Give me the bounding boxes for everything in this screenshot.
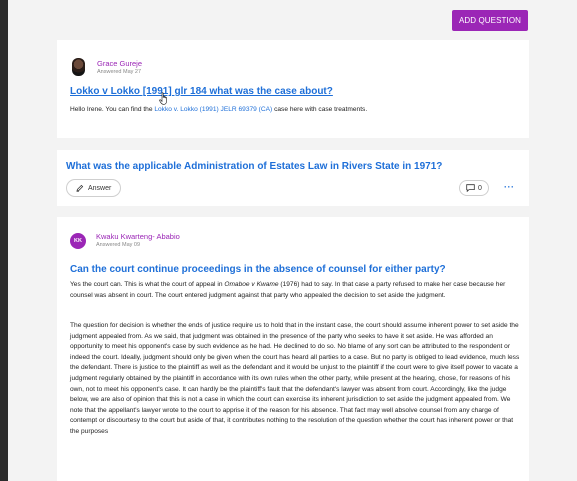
pen-icon — [76, 184, 84, 192]
avatar[interactable] — [72, 58, 85, 76]
comment-button[interactable]: 0 — [459, 180, 489, 196]
question-title[interactable]: What was the applicable Administration o… — [66, 160, 526, 173]
window-left-edge — [0, 0, 8, 481]
question-card: What was the applicable Administration o… — [57, 150, 529, 206]
question-link[interactable]: Lokko v Lokko [1991] glr 184 what was th… — [70, 85, 333, 98]
answer-paragraph-2: The question for decision is whether the… — [70, 322, 520, 435]
author-row: KK Kwaku Kwarteng- Ababio Answered May 0… — [70, 232, 180, 249]
author-name[interactable]: Kwaku Kwarteng- Ababio — [96, 232, 180, 241]
hand-cursor-icon — [159, 92, 169, 110]
add-question-button[interactable]: ADD QUESTION — [452, 10, 528, 31]
case-name: Omaboe v Kwame — [224, 281, 279, 288]
answer-text-end: case here with case treatments. — [272, 106, 368, 113]
more-options-icon[interactable]: ··· — [504, 182, 515, 192]
answer-card: Grace Gureje Answered May 27 Lokko v Lok… — [57, 40, 529, 138]
question-title[interactable]: Can the court continue proceedings in th… — [70, 263, 530, 276]
answer-paragraph-1: Yes the court can. This is what the cour… — [70, 280, 522, 301]
answer-button[interactable]: Answer — [66, 179, 122, 197]
post-card: KK Kwaku Kwarteng- Ababio Answered May 0… — [57, 217, 529, 481]
case-link[interactable]: Lokko v. Lokko (1991) JELR 69379 (CA) — [154, 106, 272, 113]
answered-date: Answered May 27 — [97, 68, 142, 75]
avatar[interactable]: KK — [70, 232, 86, 249]
paragraph-text: Yes the court can. This is what the cour… — [70, 281, 225, 288]
author-row: Grace Gureje Answered May 27 — [72, 58, 142, 76]
answer-text-start: Hello Irene. You can find the — [70, 106, 155, 113]
answer-text: Hello Irene. You can find the Lokko v. L… — [70, 105, 520, 116]
answer-button-label: Answer — [88, 184, 112, 192]
comment-icon — [466, 184, 475, 192]
answered-date: Answered May 09 — [96, 242, 141, 248]
comment-count: 0 — [478, 184, 482, 192]
author-name[interactable]: Grace Gureje — [97, 59, 142, 68]
